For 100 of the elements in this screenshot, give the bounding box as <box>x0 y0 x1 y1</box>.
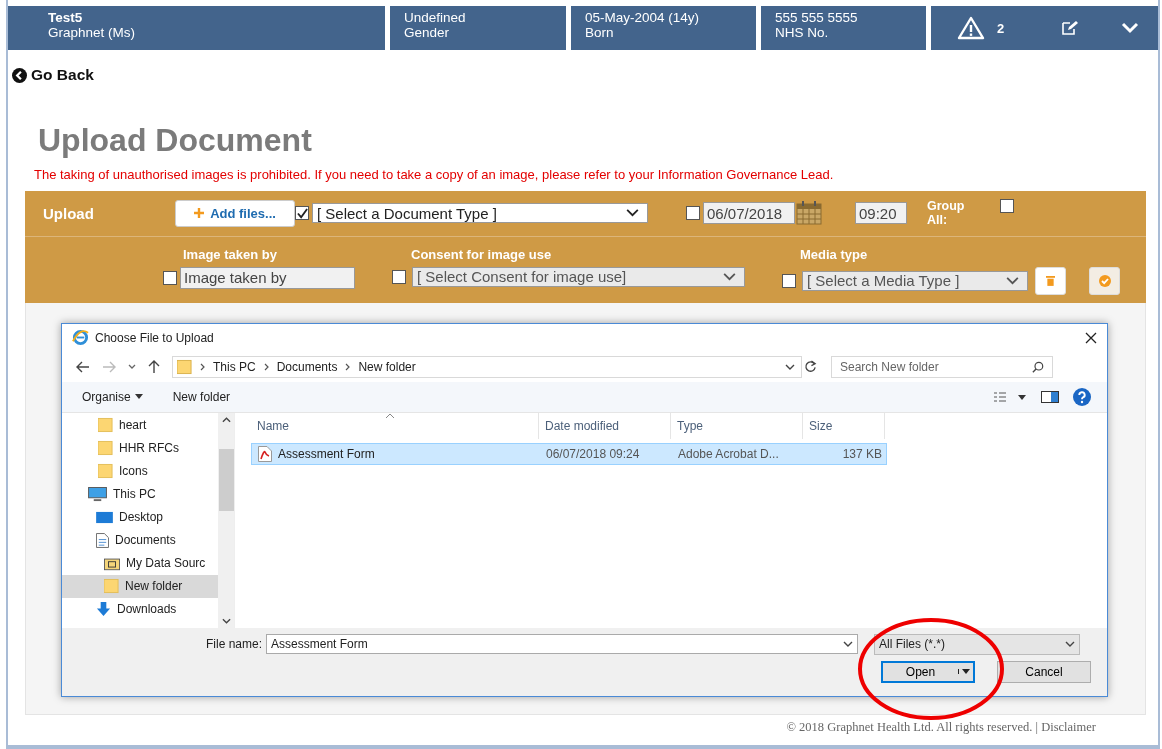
file-date: 06/07/2018 09:24 <box>545 445 641 463</box>
view-options-icon[interactable] <box>993 390 1027 403</box>
time-field[interactable]: 09:20 <box>855 202 907 224</box>
group-all-label: Group All: <box>927 198 966 227</box>
header-value: 05-May-2004 (14y) <box>585 10 701 25</box>
consent-select[interactable]: [ Select Consent for image use] <box>412 266 745 287</box>
image-taken-by-field[interactable]: Image taken by <box>180 266 355 289</box>
close-icon[interactable] <box>1085 331 1097 344</box>
page-title: Upload Document <box>38 120 313 159</box>
browser-icon <box>72 329 89 346</box>
date-field[interactable]: 06/07/2018 <box>703 202 795 224</box>
chevron-right-icon <box>200 362 205 371</box>
add-files-button[interactable]: Add files... <box>175 199 295 227</box>
preview-pane-icon[interactable] <box>1041 390 1059 403</box>
chevron-down-icon <box>723 272 736 281</box>
footer-text: © 2018 Graphnet Health Ltd. All rights reserved. | Disclaimer <box>786 720 1096 735</box>
column-header[interactable]: Size <box>803 412 885 439</box>
column-header[interactable]: Date modified <box>539 412 671 439</box>
header-label: NHS No. <box>775 25 830 40</box>
file-type-select[interactable]: All Files (*.*) <box>874 633 1081 655</box>
chevron-down-icon[interactable] <box>785 363 795 370</box>
checkbox[interactable] <box>295 206 309 220</box>
search-icon <box>1032 360 1044 373</box>
column-header[interactable]: Type <box>671 412 803 439</box>
address-bar[interactable]: This PC Documents New folder <box>172 355 802 378</box>
nav-item[interactable]: Downloads <box>62 597 218 621</box>
cancel-button[interactable]: Cancel <box>997 660 1091 683</box>
nav-item[interactable]: New folder <box>62 574 218 598</box>
new-folder-button[interactable]: New folder <box>172 389 231 404</box>
check-circle-icon <box>1098 274 1111 287</box>
document-icon <box>96 532 109 548</box>
checkbox[interactable] <box>782 273 796 288</box>
pdf-icon <box>258 445 272 462</box>
open-button[interactable]: Open <box>881 660 975 683</box>
scrollbar[interactable] <box>218 412 234 628</box>
chevron-down-icon <box>1065 641 1076 647</box>
file-name-field[interactable]: Assessment Form <box>266 634 859 654</box>
breadcrumb-item[interactable]: This PC <box>213 359 256 374</box>
nav-item[interactable]: Desktop <box>62 505 218 529</box>
desktop-icon <box>96 510 113 524</box>
calendar-icon[interactable] <box>796 201 822 225</box>
nav-item[interactable]: This PC <box>62 482 218 506</box>
patient-detail: Graphnet (Ms) <box>48 25 137 40</box>
nav-item[interactable]: Documents <box>62 528 218 552</box>
patient-name: Test5 <box>48 10 84 25</box>
nav-item[interactable]: HHR RFCs <box>62 436 218 460</box>
header-label: Born <box>585 25 615 40</box>
file-name: Assessment Form <box>278 446 375 461</box>
field-label: Image taken by <box>183 246 278 262</box>
scroll-down-icon[interactable] <box>221 617 231 624</box>
chevron-down-icon <box>1006 276 1019 285</box>
edit-icon[interactable] <box>1061 20 1080 36</box>
dialog-title: Choose File to Upload <box>95 330 214 345</box>
dropdown-icon[interactable] <box>128 363 136 370</box>
field-label: Media type <box>800 246 869 262</box>
breadcrumb-item[interactable]: Documents <box>276 359 338 374</box>
column-header[interactable]: Name <box>251 412 539 439</box>
refresh-icon[interactable] <box>804 360 817 373</box>
upload-heading: Upload <box>42 204 95 222</box>
caret-down-icon <box>962 669 970 674</box>
folder-icon <box>104 578 119 594</box>
nav-item[interactable]: heart <box>62 413 218 437</box>
folder-icon <box>98 417 113 433</box>
file-name-label: File name: <box>206 637 263 651</box>
scroll-up-icon[interactable] <box>221 416 231 423</box>
breadcrumb-item[interactable]: New folder <box>358 359 416 374</box>
header-value: Undefined <box>404 10 467 25</box>
back-icon[interactable] <box>76 360 90 373</box>
plus-icon <box>194 208 205 218</box>
field-label: Consent for image use <box>411 246 553 262</box>
checkbox[interactable] <box>1000 198 1014 213</box>
download-arrow-icon <box>96 601 111 617</box>
folder-icon <box>104 555 120 571</box>
media-type-select[interactable]: [ Select a Media Type ] <box>802 270 1028 291</box>
computer-icon <box>88 486 107 502</box>
header-label: Gender <box>404 25 451 40</box>
folder-icon <box>98 440 113 456</box>
folder-icon <box>98 463 113 479</box>
help-icon[interactable] <box>1073 387 1091 406</box>
checkbox[interactable] <box>163 270 177 285</box>
file-size: 137 KB <box>841 445 883 463</box>
checkbox[interactable] <box>392 269 406 284</box>
header-value: 555 555 5555 <box>775 10 859 25</box>
search-field[interactable]: Search New folder <box>831 355 1053 378</box>
up-icon[interactable] <box>148 359 160 374</box>
chevron-right-icon <box>263 362 269 371</box>
chevron-down-icon <box>626 209 639 217</box>
checkbox[interactable] <box>686 206 700 220</box>
document-type-select[interactable]: [ Select a Document Type ] <box>312 203 648 223</box>
trash-icon <box>1046 275 1055 286</box>
alert-count: 2 <box>997 20 1005 36</box>
nav-item[interactable]: My Data Sourc <box>62 551 218 575</box>
warning-icon[interactable] <box>957 16 985 40</box>
folder-icon <box>177 358 192 375</box>
go-back-link[interactable]: Go Back <box>12 66 94 84</box>
chevron-down-icon[interactable] <box>843 641 854 647</box>
chevron-right-icon <box>345 362 351 371</box>
organise-menu[interactable]: Organise <box>82 389 143 404</box>
file-row[interactable]: Assessment Form 06/07/2018 09:24 Adobe Acrobat D... 137 KB <box>251 442 887 465</box>
nav-item[interactable]: Icons <box>62 459 218 483</box>
